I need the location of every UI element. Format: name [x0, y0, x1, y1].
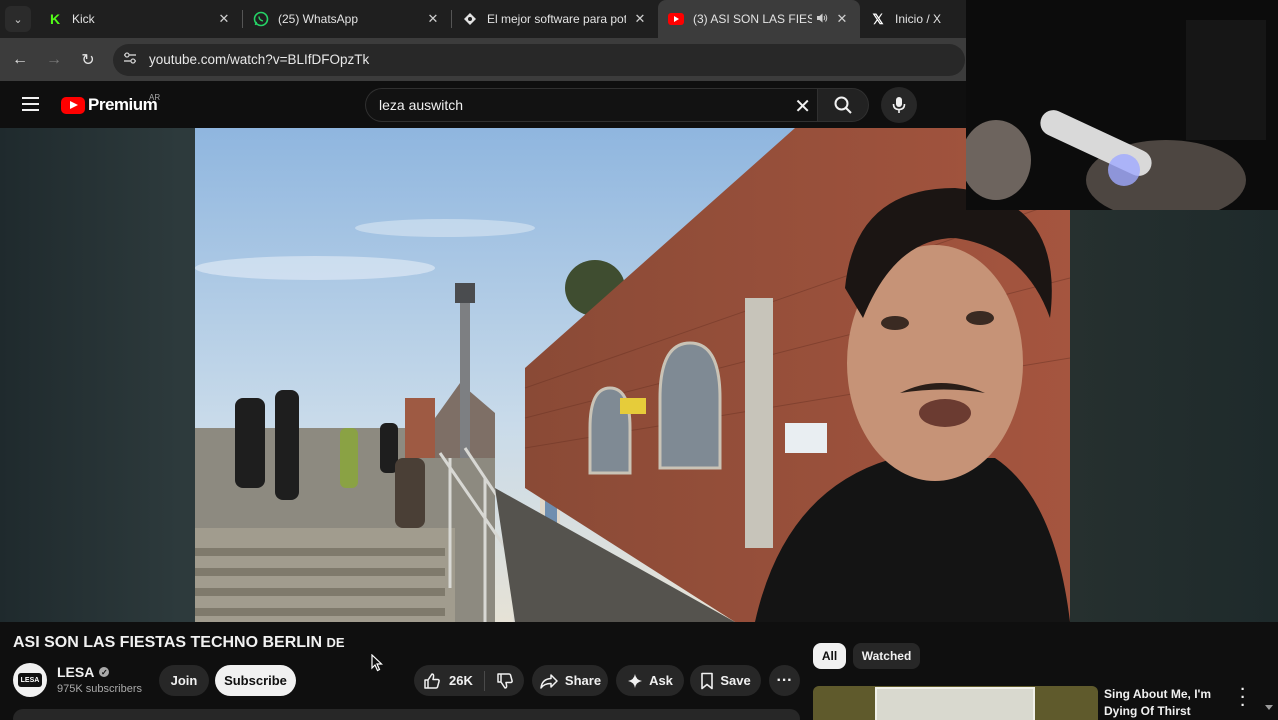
avatar-text: LESA [18, 673, 42, 687]
youtube-play-icon [61, 96, 85, 114]
ask-button[interactable]: Ask [616, 665, 684, 696]
video-frame[interactable] [195, 128, 1070, 622]
reload-icon[interactable]: ↻ [71, 50, 105, 70]
tab-title: (25) WhatsApp [278, 12, 359, 26]
like-count: 26K [449, 673, 473, 688]
description-box[interactable] [13, 709, 800, 720]
chip-all[interactable]: All [813, 643, 846, 669]
join-label: Join [170, 673, 198, 688]
more-actions-button[interactable]: ··· [769, 665, 800, 696]
url-text: youtube.com/watch?v=BLIfDFOpzTk [149, 52, 370, 67]
close-icon[interactable]: ✕ [632, 11, 648, 27]
menu-icon[interactable] [22, 97, 39, 115]
join-button[interactable]: Join [159, 665, 209, 696]
video-title: ASI SON LAS FIESTAS TECHNO BERLIN DE [13, 634, 345, 652]
sparkle-icon [627, 673, 643, 689]
software-icon [462, 11, 478, 27]
mouse-cursor-icon [371, 653, 384, 677]
clear-search-icon[interactable]: ✕ [794, 94, 811, 119]
bookmark-icon [700, 672, 714, 690]
x-icon: 𝕏 [872, 10, 884, 27]
video-title-main: ASI SON LAS FIESTAS TECHNO BERLIN [13, 634, 323, 651]
speaker-icon[interactable] [816, 12, 828, 27]
region-code: AR [149, 93, 161, 102]
forward-arrow-icon[interactable]: → [37, 51, 71, 69]
like-dislike-group: 26K [414, 665, 524, 696]
more-vertical-icon[interactable]: · · · [1238, 682, 1248, 713]
chip-label: Watched [861, 649, 912, 663]
search-button[interactable] [817, 88, 869, 122]
ask-label: Ask [649, 673, 673, 688]
subscribe-label: Subscribe [224, 673, 287, 688]
channel-name[interactable]: LESA ✓ [57, 664, 110, 680]
subscribe-button[interactable]: Subscribe [215, 665, 296, 696]
recommendation-thumbnail[interactable] [813, 686, 1098, 720]
tab-title: (3) ASI SON LAS FIESTAS [693, 12, 812, 26]
whatsapp-icon [253, 11, 269, 27]
recommendation-title[interactable]: Sing About Me, I'm Dying Of Thirst [1104, 686, 1229, 720]
channel-avatar[interactable]: LESA [13, 663, 47, 697]
tab-software[interactable]: El mejor software para poter ✕ [452, 4, 658, 34]
chip-watched[interactable]: Watched [853, 643, 920, 669]
tab-kick[interactable]: K Kick ✕ [37, 4, 242, 34]
tab-search-button[interactable]: ⌄ [5, 6, 31, 32]
tab-youtube-active[interactable]: (3) ASI SON LAS FIESTAS ✕ [658, 0, 860, 38]
video-title-suffix: DE [326, 635, 345, 650]
microphone-icon [892, 97, 906, 113]
address-bar: ← → ↻ youtube.com/watch?v=BLIfDFOpzTk [0, 38, 966, 81]
subscriber-count: 975K subscribers [57, 683, 142, 695]
kick-icon: K [49, 11, 61, 27]
thumbs-up-icon [423, 672, 441, 690]
voice-search-button[interactable] [881, 87, 917, 123]
search-box: ✕ [365, 88, 817, 122]
verified-check-icon: ✓ [99, 667, 110, 677]
back-arrow-icon[interactable]: ← [3, 51, 37, 69]
tab-title: El mejor software para poter [487, 12, 626, 26]
youtube-header: Premium AR ✕ [0, 81, 966, 128]
tab-title: Inicio / X [895, 12, 942, 26]
site-info-icon[interactable] [123, 52, 137, 67]
share-button[interactable]: Share [532, 665, 608, 696]
more-horizontal-icon: ··· [776, 671, 793, 689]
like-button[interactable]: 26K [414, 672, 484, 690]
save-label: Save [720, 673, 751, 688]
save-button[interactable]: Save [690, 665, 761, 696]
search-input[interactable] [379, 97, 779, 113]
tab-whatsapp[interactable]: (25) WhatsApp ✕ [243, 4, 451, 34]
browser-tab-strip: ⌄ K Kick ✕ (25) WhatsApp ✕ El mejor soft… [0, 0, 966, 38]
scroll-down-arrow-icon[interactable] [1265, 705, 1273, 710]
channel-name-text: LESA [57, 664, 95, 680]
logo-text: Premium [88, 95, 158, 114]
close-icon[interactable]: ✕ [834, 11, 850, 27]
share-icon [539, 673, 559, 689]
thumbnail-image [875, 687, 1035, 720]
dislike-button[interactable] [485, 672, 524, 690]
webcam-overlay [966, 0, 1278, 210]
youtube-icon [668, 11, 684, 27]
search-icon [834, 96, 852, 114]
close-icon[interactable]: ✕ [216, 11, 232, 27]
video-backdrop [1070, 210, 1278, 622]
youtube-logo[interactable]: Premium [61, 95, 158, 115]
tab-x[interactable]: 𝕏 Inicio / X [860, 4, 960, 34]
close-icon[interactable]: ✕ [425, 11, 441, 27]
chip-label: All [821, 649, 838, 663]
tab-title: Kick [72, 12, 95, 26]
thumbs-down-icon [496, 672, 513, 689]
share-label: Share [564, 673, 602, 688]
omnibox[interactable]: youtube.com/watch?v=BLIfDFOpzTk [113, 43, 965, 76]
chevron-down-icon: ⌄ [13, 13, 23, 26]
